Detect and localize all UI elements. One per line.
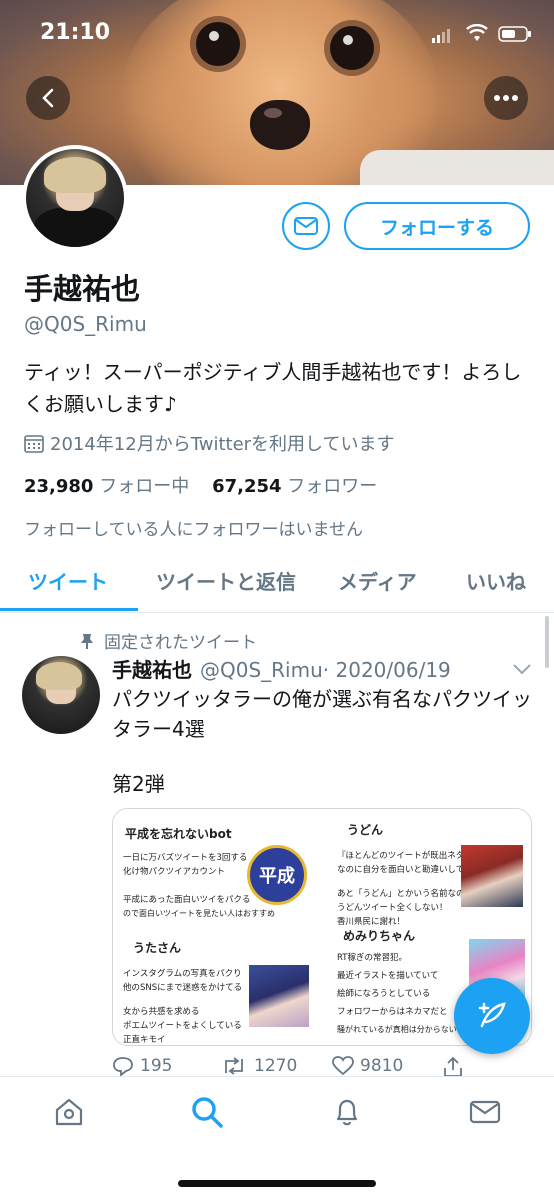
tab-likes[interactable]: いいね <box>466 566 526 595</box>
media-text: 『ほとんどのツイートが既出ネタ』 <box>337 851 473 861</box>
active-tab-indicator <box>0 608 138 611</box>
media-text: 平成にあった面白いツイをパクる <box>123 895 251 905</box>
search-icon <box>192 1097 223 1128</box>
share-icon <box>444 1056 462 1077</box>
chevron-left-icon <box>42 88 54 108</box>
pinned-label: 固定されたツイート <box>104 633 257 653</box>
retweet-button[interactable]: 1270 <box>220 1056 297 1076</box>
following-count: 23,980 <box>24 476 94 497</box>
illustration-image <box>249 965 309 1027</box>
nav-home[interactable] <box>52 1095 86 1129</box>
media-text: 騒がれているが真相は分からない <box>337 1025 457 1034</box>
tab-tweets[interactable]: ツイート <box>28 566 108 595</box>
tab-tweets-replies[interactable]: ツイートと返信 <box>156 566 296 595</box>
tweet-date: · 2020/06/19 <box>322 658 451 682</box>
retweet-icon <box>225 1057 243 1075</box>
back-button[interactable] <box>26 76 70 120</box>
media-text: RT稼ぎの常習犯。 <box>337 953 407 963</box>
illustration-image <box>461 845 523 907</box>
profile-bio: ティッ！スーパーポジティブ人間手越祐也です！よろしくお願いします♪ <box>24 360 522 416</box>
followers-link[interactable]: 67,254 フォロワー <box>212 476 377 497</box>
following-link[interactable]: 23,980 フォロー中 <box>24 476 189 497</box>
like-button[interactable]: 9810 <box>332 1056 403 1076</box>
status-time: 21:10 <box>40 20 111 45</box>
heart-icon <box>332 1056 354 1076</box>
nav-notifications[interactable] <box>330 1095 364 1129</box>
reply-icon <box>113 1057 133 1076</box>
joined-text: 2014年12月からTwitterを利用しています <box>50 434 395 455</box>
reply-count: 195 <box>140 1056 173 1076</box>
media-text: ので面白いツイートを見たい人はおすすめ <box>123 909 275 918</box>
profile-handle: @Q0S_Rimu <box>24 312 147 336</box>
like-count: 9810 <box>360 1056 404 1076</box>
more-options-button[interactable] <box>484 76 528 120</box>
media-image-2[interactable]: うどん 『ほとんどのツイートが既出ネタ』 なのに自分を面白いと勘違いしてる あと… <box>323 809 531 927</box>
media-text: 女から共感を求める <box>123 1007 200 1017</box>
media-image-3[interactable]: うたさん インスタグラムの写真をパクり 他のSNSにまで迷惑をかけてる 女から共… <box>113 929 319 1045</box>
tweet-avatar[interactable] <box>22 656 100 734</box>
mail-icon <box>294 217 318 235</box>
heisei-badge: 平成 <box>247 845 307 905</box>
nav-search[interactable] <box>190 1095 224 1129</box>
nav-messages[interactable] <box>468 1095 502 1129</box>
media-text: なのに自分を面白いと勘違いしてる <box>337 865 473 875</box>
tweet-author-name[interactable]: 手越祐也 <box>112 654 192 683</box>
signal-icon <box>432 28 450 47</box>
profile-name: 手越祐也 <box>24 272 141 306</box>
share-button[interactable] <box>442 1056 464 1078</box>
profile-avatar[interactable] <box>22 145 128 251</box>
tab-media[interactable]: メディア <box>338 566 417 595</box>
media-text: 一日に万バズツイートを3回する <box>123 853 248 863</box>
tweet-menu-button[interactable] <box>512 660 532 679</box>
no-mutual-followers-note: フォローしている人にフォロワーはいません <box>24 520 363 540</box>
media-text: 絵師になろうとしている <box>337 989 431 999</box>
tweet-text-line2: 第2弾 <box>112 772 165 796</box>
tweet-author-handle: @Q0S_Rimu <box>200 658 323 682</box>
bell-icon <box>336 1099 358 1126</box>
followers-label: フォロワー <box>287 476 378 497</box>
media-text: フォロワーからはネカマだと <box>337 1007 448 1017</box>
tweet-text: パクツイッタラーの俺が選ぶ有名なパクツイッタラー4選 <box>112 687 532 741</box>
pinned-indicator: 固定されたツイート <box>80 628 257 653</box>
retweet-count: 1270 <box>254 1056 298 1076</box>
calendar-icon <box>24 435 44 453</box>
media-text: ポエムツイートをよくしている <box>123 1021 242 1031</box>
wifi-icon <box>466 24 488 46</box>
message-button[interactable] <box>282 202 330 250</box>
pin-icon <box>81 633 93 649</box>
media-text: うどんツイート全くしない！ <box>337 903 448 913</box>
media-text: あと「うどん」とかいう名前なのに <box>337 889 474 899</box>
mail-icon <box>469 1100 501 1124</box>
media-text: 正直キモイ <box>123 1035 166 1045</box>
reply-button[interactable]: 195 <box>112 1056 172 1076</box>
more-icon <box>494 95 518 101</box>
media-title-4: めみりちゃん <box>343 929 416 943</box>
profile-tabs: ツイート ツイートと返信 メディア いいね <box>0 556 554 613</box>
home-icon <box>55 1098 83 1126</box>
battery-icon <box>498 26 532 46</box>
follow-button[interactable]: フォローする <box>344 202 530 250</box>
media-text: 最近イラストを描いていて <box>337 971 439 981</box>
compose-tweet-button[interactable] <box>454 978 530 1054</box>
home-indicator <box>178 1180 376 1187</box>
chevron-down-icon <box>513 664 531 675</box>
following-label: フォロー中 <box>99 476 190 497</box>
media-title-1: 平成を忘れないbot <box>125 827 232 841</box>
joined-date: 2014年12月からTwitterを利用しています <box>24 430 395 456</box>
tweet-header: 手越祐也 @Q0S_Rimu · 2020/06/19 <box>112 654 451 683</box>
media-title-3: うたさん <box>133 941 182 955</box>
followers-count: 67,254 <box>212 476 282 497</box>
scrollbar[interactable] <box>545 616 549 668</box>
follow-stats: 23,980 フォロー中 67,254 フォロワー <box>24 472 377 498</box>
compose-feather-icon <box>478 1002 506 1028</box>
media-title-2: うどん <box>347 823 384 837</box>
media-text: 化け物パクツイアカウント <box>123 867 226 877</box>
media-image-1[interactable]: 平成を忘れないbot 一日に万バズツイートを3回する 化け物パクツイアカウント … <box>113 809 319 925</box>
media-text: 他のSNSにまで迷惑をかけてる <box>123 983 243 993</box>
media-text: インスタグラムの写真をパクり <box>123 969 242 979</box>
status-bar: 21:10 <box>0 0 554 62</box>
